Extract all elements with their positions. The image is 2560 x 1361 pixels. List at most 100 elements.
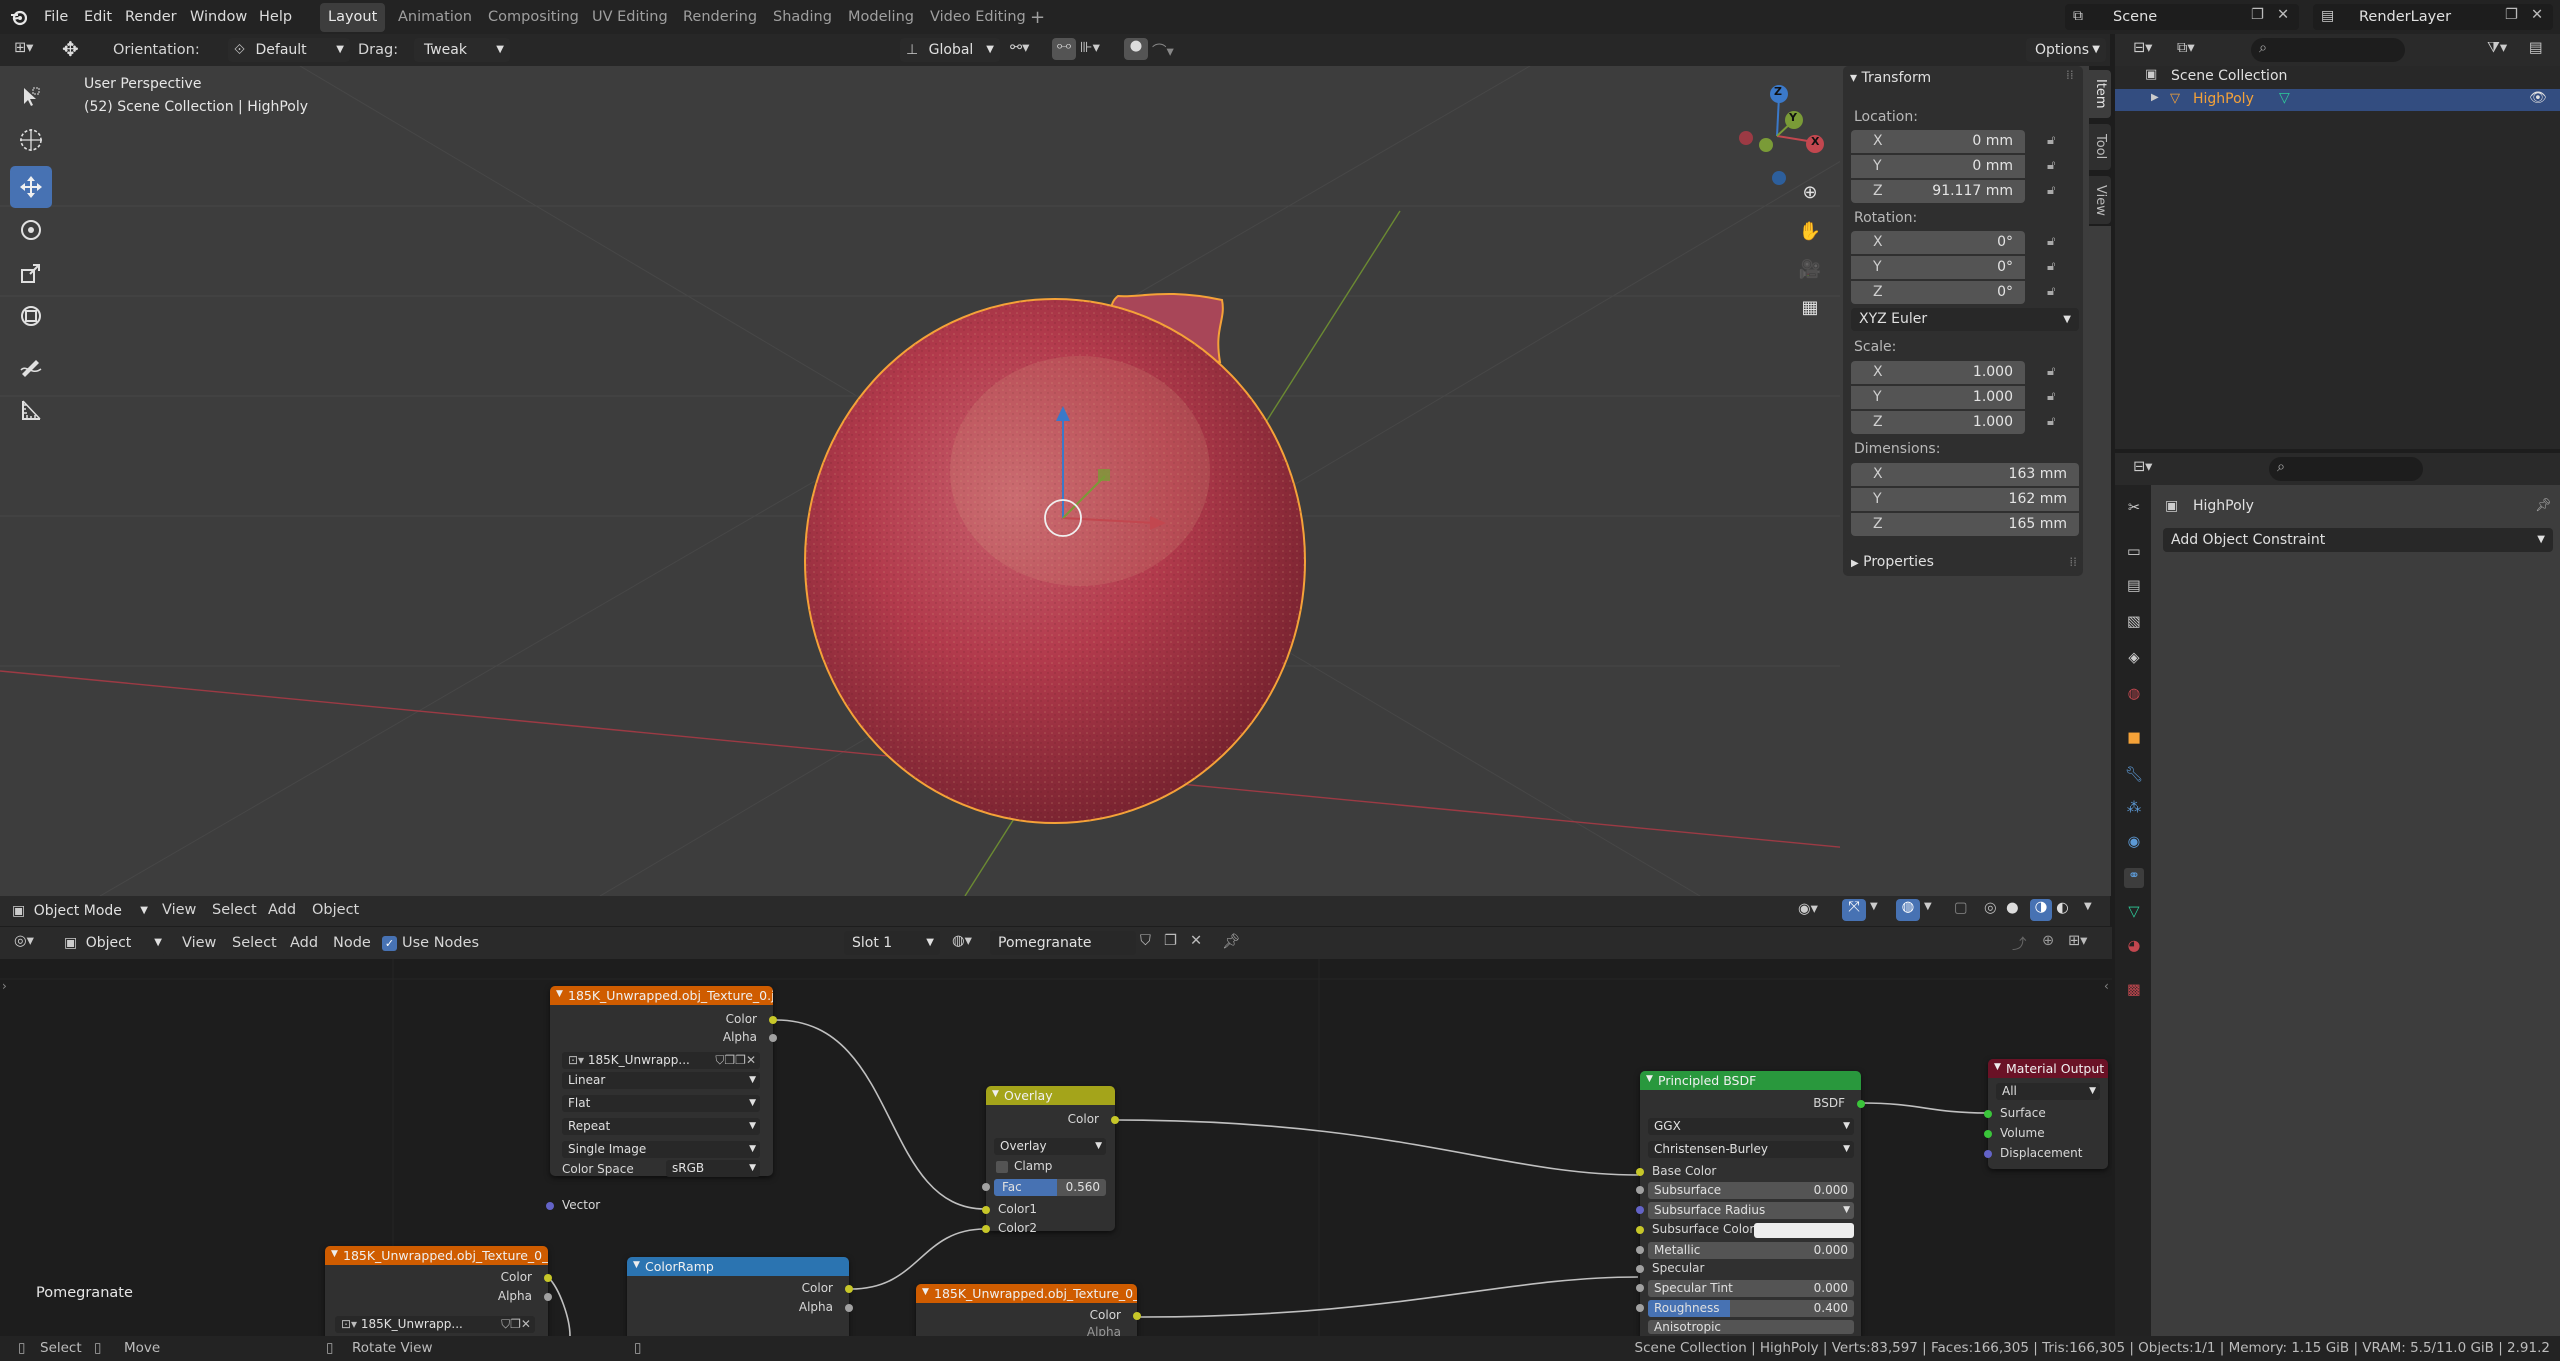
new-collection-icon[interactable]: ▤ bbox=[2529, 40, 2543, 56]
tab-view[interactable]: View bbox=[2089, 176, 2111, 224]
pan-hand-icon[interactable]: ✋ bbox=[1796, 221, 1824, 249]
xray-toggle-icon[interactable]: ▢ bbox=[1954, 900, 1968, 916]
tab-animation[interactable]: Animation bbox=[390, 3, 480, 32]
material-browse-icon[interactable]: ◍▾ bbox=[952, 933, 972, 949]
snap-node-dropdown-icon[interactable]: ⊞▾ bbox=[2068, 933, 2087, 949]
constraint-properties-icon[interactable]: ⚭ bbox=[2124, 868, 2144, 888]
outliner-row-scene-collection[interactable]: ▣ Scene Collection bbox=[2115, 66, 2560, 88]
lock-scale-z-icon[interactable]: 🔓︎ bbox=[2047, 414, 2065, 432]
principled-bsdf-node[interactable]: Principled BSDF ▼ BSDF GGX ▼ Christensen-… bbox=[1636, 1071, 1865, 1336]
collapse-node-icon[interactable]: ▼ bbox=[331, 1249, 338, 1259]
lock-location-x-icon[interactable]: 🔓︎ bbox=[2047, 133, 2065, 151]
scale-tool-icon[interactable] bbox=[10, 252, 52, 294]
scene-selector[interactable]: ⧉ Scene ❐ ✕ bbox=[2065, 4, 2299, 30]
source-dropdown[interactable]: Single Image ▼ bbox=[562, 1141, 760, 1158]
tab-rendering[interactable]: Rendering bbox=[675, 3, 765, 32]
editor-type-icon[interactable]: ⊞▾ bbox=[14, 40, 33, 56]
slot-dropdown[interactable]: Slot 1 ▼ bbox=[844, 931, 940, 955]
viewport-3d[interactable]: User Perspective (52) Scene Collection |… bbox=[0, 66, 2089, 896]
properties-search-input[interactable]: ⌕ bbox=[2269, 457, 2423, 481]
material-properties-icon[interactable]: ◕ bbox=[2124, 938, 2144, 958]
remove-view-layer-icon[interactable]: ✕ bbox=[2531, 7, 2543, 23]
tab-layout[interactable]: Layout bbox=[320, 3, 386, 32]
collapse-toolbar-icon[interactable]: › bbox=[2, 979, 7, 993]
image-texture-node[interactable]: 185K_Unwrapped.obj_Texture_0.jpg ▼ Color… bbox=[550, 986, 777, 1177]
tool-settings-icon[interactable]: ✂ bbox=[2124, 500, 2144, 520]
filter-icon[interactable]: ⧩▾ bbox=[2487, 40, 2507, 56]
rotation-mode-dropdown[interactable]: XYZ Euler ▼ bbox=[1851, 308, 2079, 331]
menu-select[interactable]: Select bbox=[232, 927, 277, 959]
options-dropdown[interactable]: Options ▼ bbox=[2026, 38, 2106, 62]
camera-view-icon[interactable]: 🎥 bbox=[1796, 259, 1824, 287]
input-socket-vector[interactable] bbox=[546, 1202, 554, 1210]
input-socket-specular[interactable] bbox=[1636, 1265, 1644, 1273]
fac-slider[interactable]: Fac 0.560 bbox=[994, 1179, 1106, 1196]
location-y-field[interactable]: Y0 mm bbox=[1851, 155, 2025, 178]
rotation-z-field[interactable]: Z 0° bbox=[1851, 281, 2025, 304]
collapse-node-icon[interactable]: ▼ bbox=[992, 1089, 999, 1099]
lock-location-y-icon[interactable]: 🔓︎ bbox=[2047, 158, 2065, 176]
menu-object[interactable]: Object bbox=[312, 895, 359, 925]
dimensions-x-field[interactable]: X 163 mm bbox=[1851, 463, 2079, 486]
image-texture-spe-node[interactable]: 185K_Unwrapped.obj_Texture_0_SPE... ▼ Co… bbox=[916, 1284, 1141, 1336]
lock-location-z-icon[interactable]: 🔓︎ bbox=[2047, 183, 2065, 201]
transform-orientation-dropdown[interactable]: ⊥ Global ▼ bbox=[900, 38, 1000, 62]
tab-video-editing[interactable]: Video Editing bbox=[922, 3, 1034, 32]
output-socket-alpha[interactable] bbox=[769, 1034, 777, 1042]
particle-properties-icon[interactable]: ⁂ bbox=[2124, 800, 2144, 820]
add-object-constraint-dropdown[interactable]: Add Object Constraint ▼ bbox=[2163, 528, 2553, 552]
proportional-edit-icon[interactable]: ● bbox=[1124, 38, 1148, 60]
output-socket-alpha[interactable] bbox=[544, 1293, 552, 1301]
snap-target-icon[interactable]: ⊪▾ bbox=[1080, 40, 1100, 56]
image-selector[interactable]: ⊡▾ 185K_Unwrapp... ⛉❐❐✕ bbox=[562, 1052, 760, 1069]
pin-icon[interactable]: 📌︎ bbox=[2535, 498, 2552, 513]
editor-type-icon[interactable]: ◎▾ bbox=[14, 933, 34, 949]
pivot-point-icon[interactable]: ⚯▾ bbox=[1010, 40, 1029, 56]
output-socket-color[interactable] bbox=[1133, 1312, 1141, 1320]
orientation-dropdown[interactable]: ⟐ Default ▼ bbox=[228, 38, 350, 62]
rotation-x-field[interactable]: X 0° bbox=[1851, 231, 2025, 254]
metallic-field[interactable]: Metallic 0.000 bbox=[1648, 1242, 1854, 1259]
menu-help[interactable]: Help bbox=[259, 0, 292, 34]
editor-type-icon[interactable]: ⊟▾ bbox=[2133, 40, 2152, 56]
scale-y-field[interactable]: Y 1.000 bbox=[1851, 386, 2025, 409]
use-nodes-checkbox[interactable]: ✓ bbox=[382, 936, 397, 951]
snap-node-icon[interactable]: ⊕ bbox=[2042, 933, 2054, 949]
move-tool-icon[interactable] bbox=[10, 166, 52, 208]
scene-properties-icon[interactable]: ◈ bbox=[2124, 650, 2144, 670]
input-socket-base-color[interactable] bbox=[1636, 1168, 1644, 1176]
image-texture-node-title[interactable]: 185K_Unwrapped.obj_Texture_0.jpg bbox=[550, 986, 773, 1005]
principled-bsdf-node-title[interactable]: Principled BSDF bbox=[1640, 1071, 1861, 1090]
object-properties-icon[interactable]: ■ bbox=[2124, 730, 2144, 750]
overlay-node[interactable]: Overlay ▼ Color Overlay ▼ Clamp Fac 0.560… bbox=[982, 1086, 1119, 1235]
menu-file[interactable]: File bbox=[44, 0, 68, 34]
roughness-slider[interactable]: Roughness 0.400 bbox=[1648, 1300, 1854, 1317]
pin-icon[interactable]: 📌︎ bbox=[1222, 933, 1240, 950]
output-socket-alpha[interactable] bbox=[845, 1304, 853, 1312]
node-editor-canvas[interactable]: › ‹ Pomegranate 185K_Unwrapped.obj_Textu… bbox=[0, 959, 2112, 1336]
color-space-dropdown[interactable]: sRGB ▼ bbox=[666, 1160, 760, 1177]
input-socket-metallic[interactable] bbox=[1636, 1246, 1644, 1254]
dimensions-z-field[interactable]: Z 165 mm bbox=[1851, 513, 2079, 536]
material-output-node-title[interactable]: Material Output bbox=[1988, 1059, 2108, 1078]
input-socket-color1[interactable] bbox=[982, 1206, 990, 1214]
menu-edit[interactable]: Edit bbox=[84, 0, 112, 34]
output-socket-color[interactable] bbox=[769, 1016, 777, 1024]
collapse-node-icon[interactable]: ▼ bbox=[633, 1260, 640, 1270]
blend-mode-dropdown[interactable]: Overlay ▼ bbox=[994, 1138, 1106, 1155]
unlink-material-icon[interactable]: ✕ bbox=[1190, 933, 1202, 949]
world-properties-icon[interactable]: ◍ bbox=[2124, 686, 2144, 706]
tab-compositing[interactable]: Compositing bbox=[480, 3, 587, 32]
output-socket-color[interactable] bbox=[544, 1274, 552, 1282]
interpolation-dropdown[interactable]: Linear ▼ bbox=[562, 1072, 760, 1089]
menu-select[interactable]: Select bbox=[212, 895, 257, 925]
zoom-icon[interactable]: ⊕ bbox=[1796, 182, 1824, 210]
anisotropic-field[interactable]: Anisotropic bbox=[1648, 1320, 1854, 1334]
view-layer-properties-icon[interactable]: ▧ bbox=[2124, 614, 2144, 634]
material-name-field[interactable]: Pomegranate bbox=[990, 931, 1136, 955]
select-tool-icon[interactable] bbox=[10, 76, 52, 118]
outliner-row-highpoly[interactable]: ▶ ▽ HighPoly ▽ 👁︎ bbox=[2115, 89, 2560, 111]
collapse-node-icon[interactable]: ▼ bbox=[1994, 1062, 2001, 1072]
output-socket-bsdf[interactable] bbox=[1857, 1100, 1865, 1108]
rotate-tool-icon[interactable] bbox=[10, 209, 52, 251]
